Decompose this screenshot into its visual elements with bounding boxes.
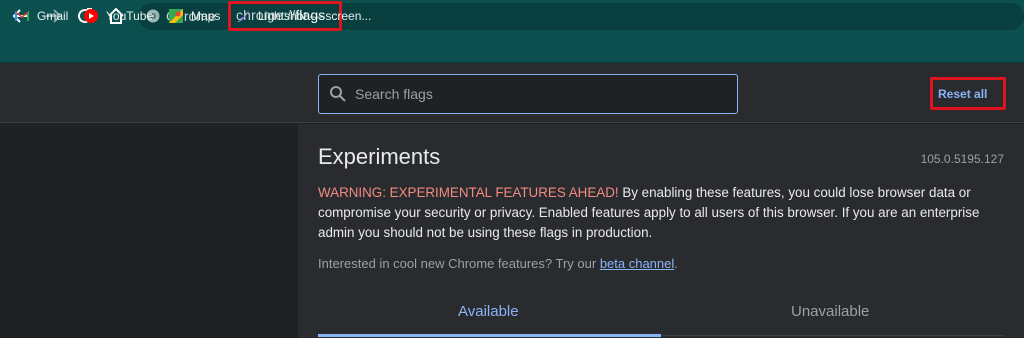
bookmark-label: Lightshot — screen... bbox=[258, 9, 372, 23]
bookmark-label: Maps bbox=[191, 9, 221, 23]
warning-text: WARNING: EXPERIMENTAL FEATURES AHEAD! By… bbox=[318, 183, 1008, 243]
tab-unavailable[interactable]: Unavailable bbox=[791, 303, 869, 323]
maps-icon bbox=[169, 9, 183, 23]
lightshot-icon bbox=[237, 10, 249, 22]
warning-heading: WARNING: EXPERIMENTAL FEATURES AHEAD! bbox=[318, 185, 619, 200]
bookmarks-bar bbox=[0, 32, 1024, 63]
page-title: Experiments bbox=[318, 144, 441, 169]
search-icon bbox=[330, 86, 346, 102]
version-label: 105.0.5195.127 bbox=[920, 152, 1004, 166]
bookmark-label: Gmail bbox=[37, 9, 69, 23]
interested-suffix: . bbox=[674, 256, 678, 271]
bookmark-label: YouTube bbox=[106, 9, 154, 23]
bookmark-youtube[interactable]: YouTube bbox=[83, 7, 153, 25]
bookmark-maps[interactable]: Maps bbox=[168, 7, 220, 25]
gmail-icon bbox=[15, 11, 29, 21]
search-box[interactable] bbox=[318, 74, 738, 114]
beta-channel-link[interactable]: beta channel bbox=[600, 256, 674, 271]
active-tab-indicator bbox=[318, 334, 661, 337]
interested-text: Interested in cool new Chrome features? … bbox=[318, 256, 678, 271]
reset-highlight-box bbox=[930, 77, 1006, 110]
search-flags-input[interactable] bbox=[355, 86, 715, 102]
bookmark-lightshot[interactable]: Lightshot — screen... bbox=[235, 7, 371, 25]
left-pane bbox=[0, 124, 298, 338]
youtube-icon bbox=[84, 9, 98, 23]
tab-available[interactable]: Available bbox=[458, 303, 519, 323]
bookmark-gmail[interactable]: Gmail bbox=[14, 7, 68, 25]
interested-prefix: Interested in cool new Chrome features? … bbox=[318, 256, 600, 271]
